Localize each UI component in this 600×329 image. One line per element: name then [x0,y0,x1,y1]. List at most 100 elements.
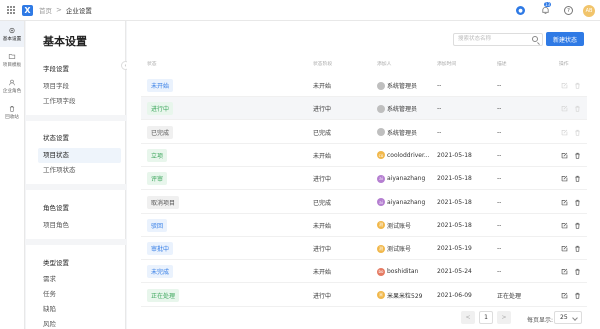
edit-icon [561,82,568,89]
delete-icon[interactable] [574,268,581,276]
edit-icon[interactable] [561,152,568,159]
status-dot-icon[interactable]: ● [516,6,525,15]
nav-item-type-requirement[interactable]: 需求 [38,272,121,287]
rail-item-label: 基本设置 [2,36,22,42]
time-cell: 2021-05-24 [437,268,472,276]
edit-icon[interactable] [561,245,568,252]
table-row[interactable]: 未开始 未开始 系统管理员 -- -- [141,74,587,97]
delete-icon[interactable] [574,245,581,252]
adder-avatar: 测 [377,221,385,230]
adder-avatar: bo [377,267,385,276]
settings-panel: 基本设置 字段设置 项目字段 工作项字段 状态设置 项目状态 工作项状态 角色设… [26,21,126,329]
panel-divider [26,184,126,190]
description-cell: -- [497,221,502,229]
trash-icon [9,105,15,112]
prev-page-button[interactable]: < [461,311,475,324]
edit-icon[interactable] [561,175,568,182]
table-row[interactable]: 已完成 已完成 系统管理员 -- -- [141,121,587,144]
stage-cell: 进行中 [313,292,332,300]
status-tag: 未开始 [147,79,174,92]
delete-icon [574,129,581,136]
page-size-label: 每页显示: [527,317,554,324]
top-bar: X 首页 > 企业设置 ● 13 ? AB [0,0,600,21]
brand-logo[interactable]: X [22,4,33,16]
adder-name: aiyanazhang [387,175,426,183]
table-row[interactable]: 评审 进行中 ai aiyanazhang 2021-05-18 -- [141,167,587,191]
adder-name: cooloddriver... [387,151,430,159]
panel-divider [26,115,126,121]
table-row[interactable]: 进行中 进行中 系统管理员 -- -- [141,97,587,121]
nav-item-workitem-fields[interactable]: 工作项字段 [38,94,121,109]
nav-item-project-roles[interactable]: 项目角色 [38,218,121,233]
pagination: < 1 > 每页显示: 25 [127,306,600,329]
breadcrumb-home[interactable]: 首页 [39,5,52,15]
rail-item-basic-settings[interactable]: 基本设置 [0,21,24,47]
status-tag: 正在处理 [147,288,180,302]
nav-item-workitem-status[interactable]: 工作项状态 [38,163,121,178]
status-tag: 审批中 [147,242,174,256]
edit-icon[interactable] [561,222,568,229]
table-row[interactable]: 取消项目 已完成 ai aiyanazhang 2021-05-18 -- [141,191,587,214]
nav-item-type-risk[interactable]: 风险 [38,317,121,329]
stage-cell: 进行中 [313,246,332,254]
stage-cell: 已完成 [313,129,332,137]
edit-icon[interactable] [561,268,568,275]
nav-item-project-status[interactable]: 项目状态 [38,148,121,163]
rail-item-enterprise-roles[interactable]: 企业角色 [0,73,24,99]
adder-name: 测试账号 [387,246,412,254]
user-avatar[interactable]: AB [583,4,595,17]
nav-item-type-task[interactable]: 任务 [38,287,121,302]
table-row[interactable]: 正在处理 进行中 米米果米粒529 2021-06-09 正在处理 [141,284,587,307]
column-header-time: 添加时间 [437,62,457,67]
left-rail: 基本设置 项目模板 企业角色 回收站 [0,21,25,329]
stage-cell: 未开始 [313,83,332,90]
page-size-select[interactable]: 25 [554,311,582,324]
time-cell: -- [437,105,442,113]
notification-bell-icon[interactable]: 13 [541,2,552,15]
delete-icon [574,82,581,89]
stage-cell: 进行中 [313,106,332,114]
rail-item-recycle-bin[interactable]: 回收站 [0,99,24,125]
time-cell: 2021-06-09 [437,291,472,299]
delete-icon[interactable] [574,222,581,229]
column-header-status: 状态 [147,62,157,67]
delete-icon[interactable] [574,152,581,159]
nav-item-type-bug[interactable]: 缺陷 [38,302,121,317]
rail-item-project-templates[interactable]: 项目模板 [0,47,24,73]
page-number-current[interactable]: 1 [479,311,493,324]
new-status-button[interactable]: 新建状态 [546,32,584,46]
status-search-input[interactable]: 搜索状态名称 [453,33,543,46]
adder-name: 系统管理员 [387,106,418,114]
delete-icon[interactable] [574,199,581,206]
adder-name: 系统管理员 [387,129,418,137]
help-icon[interactable]: ? [564,6,573,15]
description-cell: -- [497,82,502,89]
adder-avatar: co [377,151,385,160]
edit-icon[interactable] [561,292,568,299]
table-row[interactable]: 驳回 未开始 测测试账号 2021-05-18 -- [141,214,587,237]
app-grid-icon[interactable] [0,0,22,21]
folder-icon [8,53,16,59]
delete-icon[interactable] [574,292,581,299]
next-page-button[interactable]: > [497,311,511,324]
description-cell: -- [497,198,502,206]
status-tag: 已完成 [147,125,174,139]
column-header-actions: 操作 [559,62,569,67]
table-row[interactable]: 立项 未开始 co cooloddriver... 2021-05-18 -- [141,144,587,167]
nav-item-project-fields[interactable]: 项目字段 [38,79,121,94]
status-tag: 进行中 [147,102,174,116]
adder-avatar: ai [377,198,385,206]
page-title: 基本设置 [43,35,87,48]
description-cell: -- [497,105,502,113]
table-row[interactable]: 审批中 进行中 测测试账号 2021-05-19 -- [141,237,587,261]
delete-icon[interactable] [574,175,581,182]
adder-avatar: ai [377,174,385,183]
rail-item-label: 项目模板 [2,62,22,68]
group-title-status: 状态设置 [43,134,69,142]
table-row[interactable]: 未完成 未开始 bo boshiditan 2021-05-24 -- [141,260,587,284]
adder-avatar [377,128,385,137]
edit-icon [561,105,568,112]
edit-icon[interactable] [561,199,568,206]
breadcrumb-separator: > [56,6,62,14]
search-icon[interactable] [532,36,538,42]
